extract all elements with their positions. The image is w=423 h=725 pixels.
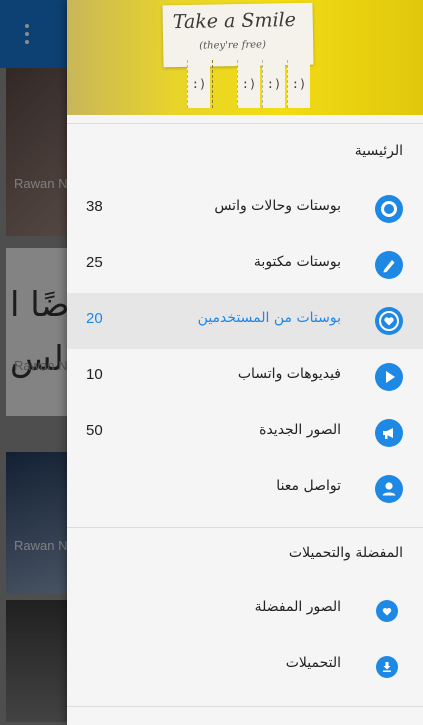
smile-tab: :) (262, 60, 285, 108)
smile-tab: :) (187, 60, 210, 108)
drawer-header-image: Take a Smile (they're free) :) :) :) :) (67, 0, 423, 115)
header-image-title: Take a Smile (172, 8, 297, 34)
divider (67, 527, 423, 528)
drawer-item-whatsapp-status[interactable]: 38 بوستات وحالات واتس (67, 181, 423, 237)
heart-chat-icon (375, 307, 403, 335)
item-label: الصور الجديدة (259, 422, 341, 438)
navigation-drawer: Take a Smile (they're free) :) :) :) :) … (67, 0, 423, 725)
item-label: بوستات من المستخدمين (197, 310, 341, 326)
play-icon (375, 363, 403, 391)
item-label: تواصل معنا (276, 478, 341, 494)
drawer-item-favorite-images[interactable]: الصور المفضلة (67, 582, 423, 638)
drawer-item-user-posts[interactable]: 20 بوستات من المستخدمين (67, 293, 423, 349)
download-icon (376, 656, 398, 678)
divider (67, 123, 423, 124)
item-count: 25 (86, 254, 103, 271)
header-image-subtitle: (they're free) (199, 39, 267, 52)
divider (67, 706, 423, 707)
item-label: بوستات وحالات واتس (214, 198, 341, 214)
smile-tab: :) (237, 60, 260, 108)
status-icon (375, 195, 403, 223)
smile-tab: :) (287, 60, 310, 108)
section-title-favorites: المفضلة والتحميلات (288, 545, 403, 561)
heart-icon (376, 600, 398, 622)
item-label: التحميلات (285, 655, 341, 671)
drawer-item-new-images[interactable]: 50 الصور الجديدة (67, 405, 423, 461)
drawer-item-contact-us[interactable]: تواصل معنا (67, 461, 423, 517)
megaphone-icon (375, 419, 403, 447)
person-icon (375, 475, 403, 503)
drawer-item-downloads[interactable]: التحميلات (67, 638, 423, 694)
torn-tab (212, 60, 235, 108)
item-label: فيديوهات واتساب (237, 366, 341, 382)
item-label: بوستات مكتوبة (253, 254, 341, 270)
drawer-item-written-posts[interactable]: 25 بوستات مكتوبة (67, 237, 423, 293)
item-label: الصور المفضلة (254, 599, 341, 615)
item-count: 20 (86, 310, 103, 327)
section-title-main: الرئيسية (354, 143, 403, 159)
header-note-paper: Take a Smile (they're free) (162, 2, 314, 68)
item-count: 38 (86, 198, 103, 215)
item-count: 50 (86, 422, 103, 439)
header-note-tabs: :) :) :) :) (187, 60, 312, 108)
drawer-item-whatsapp-videos[interactable]: 10 فيديوهات واتساب (67, 349, 423, 405)
item-count: 10 (86, 366, 103, 383)
pencil-icon (375, 251, 403, 279)
